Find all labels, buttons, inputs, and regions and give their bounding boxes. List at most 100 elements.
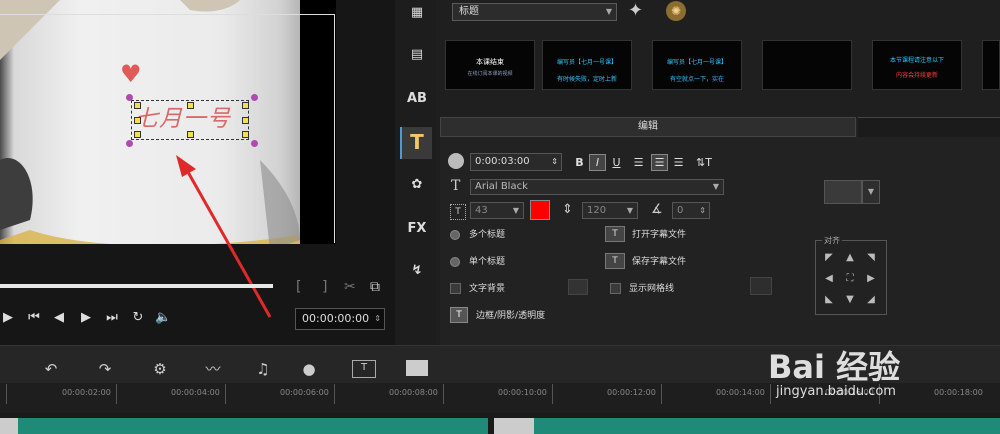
- video-clip[interactable]: [534, 418, 1000, 434]
- align-bottom-right-icon[interactable]: ◢: [864, 293, 878, 307]
- redo-icon[interactable]: ↷: [94, 358, 116, 380]
- heart-icon: ♥: [120, 60, 142, 88]
- resize-handle[interactable]: [134, 117, 141, 124]
- mark-out-icon[interactable]: ]: [322, 279, 327, 295]
- rotate-handle[interactable]: [251, 94, 258, 101]
- instant-project-icon[interactable]: ▤: [404, 42, 430, 68]
- font-size-select[interactable]: 43 ▼: [470, 202, 524, 219]
- resize-handle[interactable]: [187, 131, 194, 138]
- spinner-icon[interactable]: ⇕: [699, 203, 706, 219]
- open-subtitle-icon[interactable]: T: [605, 226, 625, 242]
- align-top-left-icon[interactable]: ◤: [822, 251, 836, 265]
- grid-settings-icon[interactable]: [750, 277, 772, 295]
- text-background-label: 文字背景: [469, 284, 506, 294]
- resize-handle[interactable]: [242, 131, 249, 138]
- step-back-icon[interactable]: ◀: [51, 310, 67, 326]
- rotate-handle[interactable]: [126, 140, 133, 147]
- text-color-swatch[interactable]: [530, 200, 550, 220]
- border-shadow-label[interactable]: 边框/阴影/透明度: [476, 309, 545, 323]
- go-end-icon[interactable]: ⏭: [104, 310, 120, 326]
- resize-handle[interactable]: [242, 102, 249, 109]
- resize-handle[interactable]: [134, 102, 141, 109]
- font-size-icon: T: [450, 204, 466, 220]
- resize-handle[interactable]: [242, 117, 249, 124]
- rotate-handle[interactable]: [251, 140, 258, 147]
- bold-icon[interactable]: B: [572, 155, 587, 170]
- text-background-checkbox[interactable]: [450, 283, 461, 294]
- copy-icon[interactable]: ⧉: [370, 279, 380, 295]
- save-subtitle-icon[interactable]: T: [605, 253, 625, 269]
- resize-handle[interactable]: [187, 102, 194, 109]
- volume-icon[interactable]: 🔈: [155, 310, 171, 326]
- undo-icon[interactable]: ↶: [40, 358, 62, 380]
- spinner-icon[interactable]: ⇕: [374, 309, 381, 329]
- mark-in-icon[interactable]: [: [296, 279, 301, 295]
- filter-icon[interactable]: FX: [404, 216, 430, 242]
- chevron-down-icon[interactable]: ▼: [862, 180, 880, 204]
- line-spacing-select[interactable]: 120 ▼: [582, 202, 638, 219]
- clip-thumbnail[interactable]: [494, 418, 534, 434]
- clip-thumbnail[interactable]: [0, 418, 18, 434]
- media-icon[interactable]: ▦: [404, 0, 430, 26]
- align-top-right-icon[interactable]: ◥: [864, 251, 878, 265]
- repeat-icon[interactable]: ↻: [130, 310, 146, 326]
- font-select[interactable]: Arial Black ▼: [470, 179, 724, 195]
- subtitle-editor-icon[interactable]: T: [352, 360, 376, 378]
- italic-icon[interactable]: I: [589, 154, 606, 171]
- open-subtitle-label[interactable]: 打开字幕文件: [632, 228, 686, 242]
- single-title-radio[interactable]: [450, 257, 460, 267]
- save-subtitle-label[interactable]: 保存字幕文件: [632, 255, 686, 269]
- transition-icon[interactable]: AB: [404, 86, 430, 112]
- auto-music-icon[interactable]: ♫: [252, 358, 274, 380]
- border-shadow-icon[interactable]: T: [450, 307, 468, 323]
- align-bottom-left-icon[interactable]: ◣: [822, 293, 836, 307]
- angle-field[interactable]: 0 ⇕: [672, 202, 710, 219]
- cut-icon[interactable]: ✂: [344, 279, 356, 295]
- align-left-icon[interactable]: ◀: [822, 272, 836, 286]
- align-right-icon[interactable]: ☰: [671, 155, 686, 170]
- tick-label: 00:00:18:00: [934, 388, 983, 397]
- tab-attributes[interactable]: [858, 117, 1000, 137]
- video-clip[interactable]: [18, 418, 488, 434]
- audio-mixer-icon[interactable]: 〰: [202, 358, 224, 380]
- preset-style-button[interactable]: [824, 180, 862, 204]
- title-thumbnail[interactable]: 本课结束 在线订阅本课的视频: [445, 40, 535, 90]
- align-right-icon[interactable]: ▶: [864, 272, 878, 286]
- multi-camera-icon[interactable]: [406, 360, 428, 376]
- text-direction-icon[interactable]: ⇅T: [693, 155, 715, 170]
- align-middle-icon[interactable]: ⛶: [843, 272, 857, 286]
- graphics-icon[interactable]: ✿: [404, 172, 430, 198]
- title-thumbnail[interactable]: [982, 40, 1000, 90]
- timecode-field[interactable]: 00:00:00:00 ⇕: [295, 308, 385, 330]
- title-thumbnail[interactable]: 编写员【七月一号课】 有时候失败，定时上新: [542, 40, 632, 90]
- record-capture-icon[interactable]: ⚙: [149, 358, 171, 380]
- title-tool-icon[interactable]: T: [400, 127, 432, 159]
- title-thumbnail[interactable]: 本节课程请注意以下 内容会持续更新: [872, 40, 962, 90]
- preview-panel: ♥ 七月一号 [ ] ✂ ⧉ ▶ ⏮ ◀ ▶ ⏭ ↻ 🔈 00:00:00:00…: [0, 0, 395, 345]
- duration-field[interactable]: 0:00:03:00 ⇕: [470, 153, 562, 171]
- align-bottom-icon[interactable]: ▼: [843, 293, 857, 307]
- step-forward-icon[interactable]: ▶: [78, 310, 94, 326]
- motion-tracking-icon[interactable]: ●: [298, 358, 320, 380]
- rotate-handle[interactable]: [126, 94, 133, 101]
- multi-title-radio[interactable]: [450, 230, 460, 240]
- background-settings-icon[interactable]: [568, 279, 588, 295]
- underline-icon[interactable]: U: [609, 155, 624, 170]
- resize-handle[interactable]: [134, 131, 141, 138]
- align-center-icon[interactable]: ☰: [651, 154, 668, 171]
- show-grid-checkbox[interactable]: [610, 283, 621, 294]
- title-thumbnail[interactable]: 编写员【七月一号课】 有空就点一下，实在: [652, 40, 742, 90]
- download-icon[interactable]: ✺: [666, 1, 686, 21]
- tab-edit[interactable]: 编辑: [440, 117, 856, 137]
- play-icon[interactable]: ▶: [0, 310, 16, 326]
- go-start-icon[interactable]: ⏮: [26, 310, 42, 326]
- playback-scrubber[interactable]: [0, 284, 273, 288]
- spinner-icon[interactable]: ⇕: [551, 154, 558, 170]
- align-left-icon[interactable]: ☰: [631, 155, 646, 170]
- path-icon[interactable]: ↯: [404, 258, 430, 284]
- category-select[interactable]: 标题 ▼: [452, 3, 617, 21]
- clock-icon: [448, 153, 464, 169]
- align-top-icon[interactable]: ▲: [843, 251, 857, 265]
- title-thumbnail[interactable]: [762, 40, 852, 90]
- add-favorite-icon[interactable]: ✦: [628, 0, 643, 21]
